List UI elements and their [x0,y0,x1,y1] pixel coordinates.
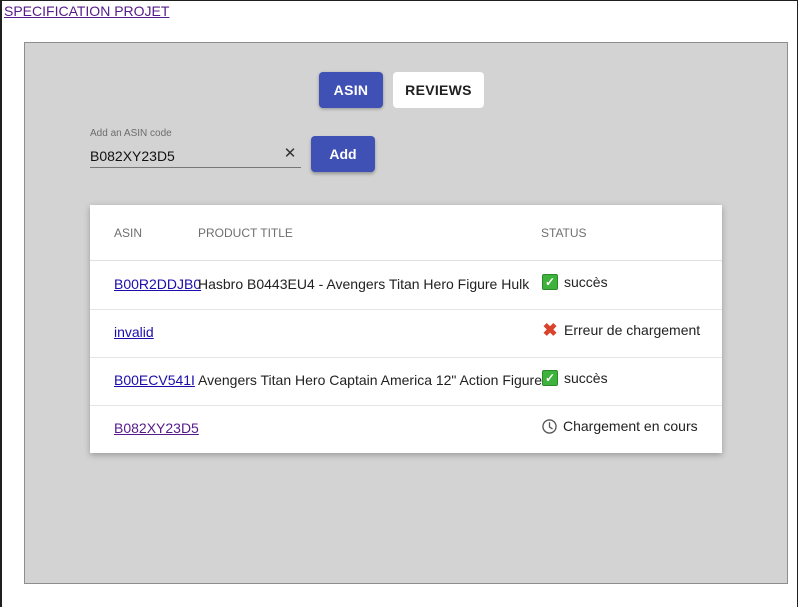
asin-field-label: Add an ASIN code [90,128,172,139]
status-text: succès [564,370,608,386]
table-row: invalid ✖ Erreur de chargement [90,309,722,358]
specification-link[interactable]: SPECIFICATION PROJET [4,3,169,19]
product-title: Hasbro B0443EU4 - Avengers Titan Hero Fi… [198,276,530,292]
asin-input[interactable] [90,146,280,166]
column-header-asin: ASIN [114,226,143,240]
table-row: B00R2DDJB0 Hasbro B0443EU4 - Avengers Ti… [90,261,722,310]
table-header: ASIN PRODUCT TITLE STATUS [90,205,722,261]
asin-link[interactable]: B082XY23D5 [114,420,199,436]
add-button[interactable]: Add [311,136,375,172]
product-title: Avengers Titan Hero Captain America 12" … [198,372,543,388]
close-icon[interactable]: ✕ [283,146,297,161]
status-cell: Chargement en cours [542,418,698,434]
status-text: Erreur de chargement [564,322,701,338]
asin-link[interactable]: B00R2DDJB0 [114,276,201,292]
status-cell: ✖ Erreur de chargement [542,319,701,340]
table-row: B00ECV541I Avengers Titan Hero Captain A… [90,357,722,406]
asin-table: ASIN PRODUCT TITLE STATUS B00R2DDJB0 Has… [90,205,722,453]
cross-icon: ✖ [542,319,558,340]
input-underline [90,167,301,168]
status-cell: ✓ succès [542,274,608,290]
clock-icon [542,418,557,434]
check-icon: ✓ [542,370,558,386]
tab-asin[interactable]: ASIN [319,72,383,108]
column-header-product-title: PRODUCT TITLE [198,226,293,240]
status-text: succès [564,274,608,290]
status-cell: ✓ succès [542,370,608,386]
status-text: Chargement en cours [563,418,698,434]
check-icon: ✓ [542,274,558,290]
main-panel: ASIN REVIEWS Add an ASIN code ✕ Add ASIN… [24,42,788,584]
asin-link[interactable]: B00ECV541I [114,372,195,388]
asin-field: Add an ASIN code ✕ [90,128,301,168]
asin-link[interactable]: invalid [114,324,154,340]
tab-reviews[interactable]: REVIEWS [393,72,484,108]
table-row: B082XY23D5 Chargement en cours [90,405,722,453]
column-header-status: STATUS [541,226,587,240]
